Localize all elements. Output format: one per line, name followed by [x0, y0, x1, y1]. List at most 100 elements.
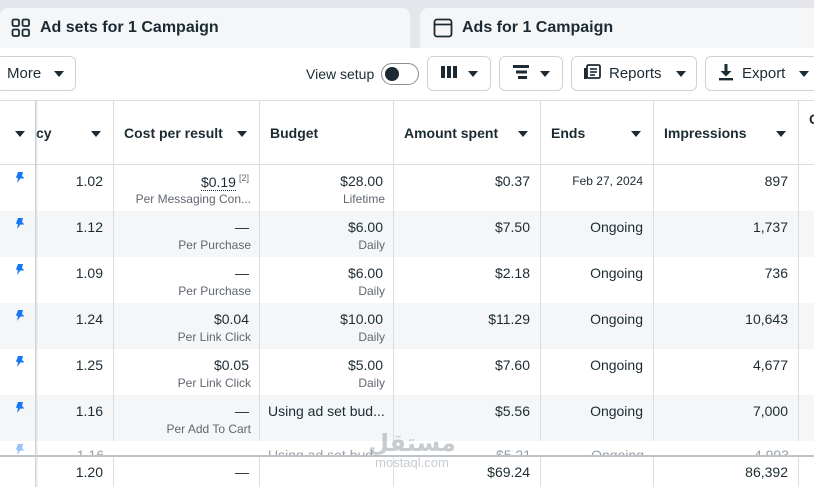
- budget-subtext: Daily: [358, 330, 385, 344]
- ends-cell: Ongoing: [541, 395, 654, 441]
- spent-cell: $7.60: [394, 349, 541, 395]
- spent-value: $0.37: [494, 173, 530, 189]
- cost-subtext: Per Purchase: [178, 284, 251, 298]
- watermark-latin: mostaql.com: [375, 455, 449, 470]
- budget-cell[interactable]: $5.00 Daily: [260, 349, 394, 395]
- budget-cell[interactable]: $6.00 Daily: [260, 211, 394, 257]
- ends-value: Feb 27, 2024: [572, 174, 643, 188]
- cost-cell: $0.05 Per Link Click: [114, 349, 260, 395]
- header-cost-per-result[interactable]: Cost per result: [114, 101, 260, 165]
- cost-cell: — Per Add To Cart: [114, 395, 260, 441]
- cost-value: —: [235, 403, 249, 419]
- frequency-cell: 1.02: [36, 165, 114, 211]
- frozen-column-shadow: [35, 100, 38, 487]
- chevron-down-icon: [675, 70, 686, 77]
- toggle-knob: [385, 67, 399, 81]
- ends-cell: Ongoing: [541, 211, 654, 257]
- pin-icon[interactable]: [13, 401, 27, 415]
- header-frequency[interactable]: cy: [36, 101, 114, 165]
- view-setup-label: View setup: [306, 66, 375, 82]
- header-ends[interactable]: Ends: [541, 101, 654, 165]
- impressions-value: 7,000: [752, 403, 788, 419]
- spent-value: $7.50: [494, 219, 530, 235]
- chevron-down-icon: [799, 70, 810, 77]
- tab-ad-sets[interactable]: Ad sets for 1 Campaign: [0, 8, 410, 48]
- export-button[interactable]: Export: [705, 56, 814, 91]
- header-cost-per-result-label: Cost per result: [124, 125, 223, 141]
- header-impressions-label: Impressions: [664, 125, 747, 141]
- table-row[interactable]: 1.09 — Per Purchase $6.00 Daily $2.18 On…: [0, 257, 814, 303]
- reports-icon: [583, 63, 601, 84]
- table-row[interactable]: 1.02 $0.19 [2] Per Messaging Con... $28.0…: [0, 165, 814, 211]
- chevron-down-icon: [237, 131, 247, 137]
- header-next-column-label: C: [809, 111, 814, 127]
- budget-subtext: Daily: [358, 284, 385, 298]
- spent-value: $11.29: [488, 311, 530, 327]
- cost-subtext: Per Messaging Con...: [135, 192, 251, 206]
- pin-icon[interactable]: [13, 355, 27, 369]
- breakdown-button[interactable]: [499, 56, 563, 91]
- chevron-down-icon: [631, 131, 641, 137]
- toolbar: More View setup Reports Export: [0, 48, 814, 100]
- table-row[interactable]: 1.25 $0.05 Per Link Click $5.00 Daily $7…: [0, 349, 814, 395]
- ends-cell: Ongoing: [541, 303, 654, 349]
- reports-label: Reports: [609, 65, 662, 82]
- frequency-cell: 1.25: [36, 349, 114, 395]
- frequency-cell: 1.16: [36, 395, 114, 441]
- header-impressions[interactable]: Impressions: [654, 101, 799, 165]
- frequency-value: 1.09: [75, 265, 103, 281]
- view-setup-toggle[interactable]: [381, 63, 419, 85]
- header-amount-spent-label: Amount spent: [404, 125, 499, 141]
- columns-icon: [440, 65, 458, 83]
- total-spent: $69.24: [487, 464, 530, 480]
- ends-value: Ongoing: [590, 311, 643, 327]
- impressions-value: 4,993: [753, 447, 789, 455]
- pin-icon[interactable]: [13, 263, 27, 277]
- budget-cell[interactable]: $6.00 Daily: [260, 257, 394, 303]
- impressions-value: 10,643: [745, 311, 788, 327]
- frequency-value: 1.12: [75, 219, 103, 235]
- budget-cell[interactable]: $10.00 Daily: [260, 303, 394, 349]
- budget-value: $5.00: [347, 357, 383, 373]
- cost-subtext: Per Link Click: [177, 330, 251, 344]
- chevron-down-icon: [518, 131, 528, 137]
- spent-value: $5.56: [494, 403, 530, 419]
- tab-bar: Ad sets for 1 Campaign Ads for 1 Campaig…: [0, 0, 814, 48]
- table-row[interactable]: 1.24 $0.04 Per Link Click $10.00 Daily $…: [0, 303, 814, 349]
- total-ends-cell: [541, 457, 654, 487]
- frequency-value: 1.25: [75, 357, 103, 373]
- frequency-value: 1.16: [76, 447, 104, 455]
- spent-cell: $2.18: [394, 257, 541, 303]
- more-label: More: [7, 65, 42, 82]
- header-amount-spent[interactable]: Amount spent: [394, 101, 541, 165]
- tab-ad-sets-label: Ad sets for 1 Campaign: [40, 19, 219, 36]
- tab-ads[interactable]: Ads for 1 Campaign: [420, 8, 814, 48]
- cost-subtext: Per Purchase: [178, 238, 251, 252]
- pin-icon[interactable]: [13, 171, 27, 185]
- spent-value: $2.18: [494, 265, 530, 281]
- header-ends-label: Ends: [551, 125, 586, 141]
- table-header: cy Cost per result Budget Amount spent E…: [0, 100, 814, 165]
- columns-button[interactable]: [427, 56, 491, 91]
- watermark: مستقل mostaql.com: [357, 430, 467, 470]
- cost-value[interactable]: $0.19: [200, 173, 236, 191]
- impressions-value: 897: [764, 173, 788, 189]
- impressions-value: 4,677: [752, 357, 788, 373]
- reports-button[interactable]: Reports: [571, 56, 697, 91]
- pin-icon[interactable]: [13, 217, 27, 231]
- header-next-column[interactable]: C: [799, 101, 814, 165]
- pin-icon[interactable]: [13, 309, 27, 323]
- pin-cell: [0, 257, 36, 303]
- ends-cell: Ongoing: [541, 349, 654, 395]
- budget-cell[interactable]: $28.00 Lifetime: [260, 165, 394, 211]
- pin-cell: [0, 211, 36, 257]
- cost-subtext: Per Add To Cart: [166, 422, 252, 436]
- table-row[interactable]: 1.12 — Per Purchase $6.00 Daily $7.50 On…: [0, 211, 814, 257]
- pin-cell: [0, 349, 36, 395]
- header-budget[interactable]: Budget: [260, 101, 394, 165]
- pin-cell: [0, 303, 36, 349]
- impressions-value: 736: [764, 265, 788, 281]
- more-button[interactable]: More: [0, 56, 76, 91]
- header-pin-column[interactable]: [0, 101, 36, 165]
- cost-footnote: [2]: [238, 173, 249, 183]
